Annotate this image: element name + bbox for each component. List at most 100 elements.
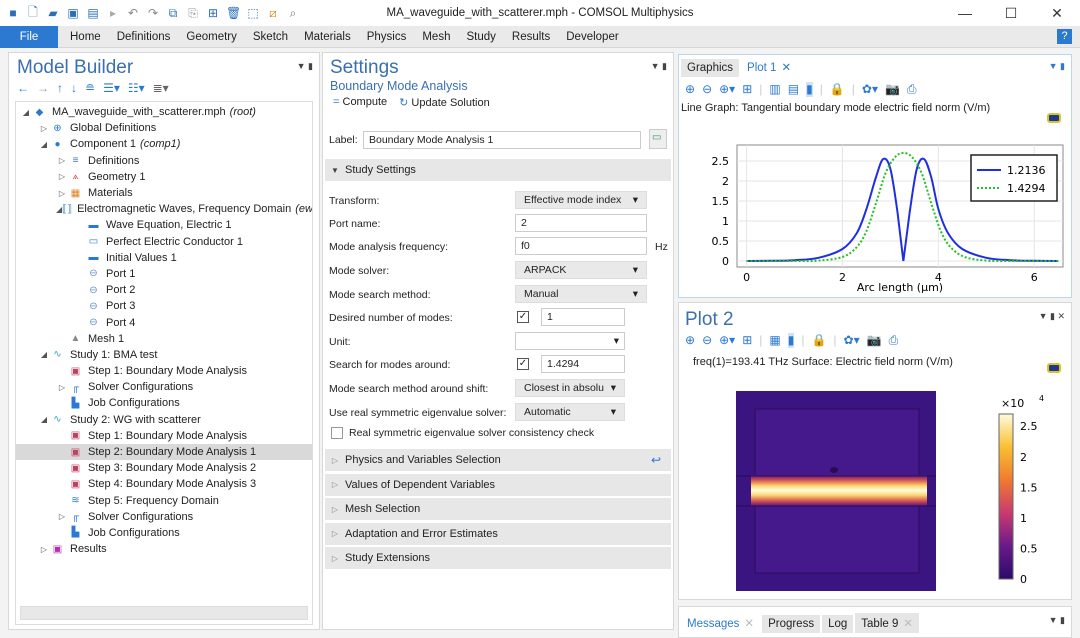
zoom-extents-icon[interactable]: ⊞: [742, 82, 752, 97]
camera-icon[interactable]: 📷: [867, 333, 882, 348]
tree-item[interactable]: ▣ Step 1: Boundary Mode Analysis: [16, 363, 312, 379]
tree-item[interactable]: ⊖ Port 2: [16, 282, 312, 298]
tree-item[interactable]: ▷ ⟑ Geometry 1: [16, 169, 312, 185]
tree-item[interactable]: ▷ ≡ Definitions: [16, 153, 312, 169]
close-button[interactable]: ✕: [1034, 0, 1080, 26]
save-as-icon[interactable]: ▤: [86, 6, 100, 20]
zoom-out-icon[interactable]: ⊖: [702, 82, 712, 97]
tree-item[interactable]: ▣ Step 2: Boundary Mode Analysis 1: [16, 443, 312, 461]
tree-item[interactable]: ▣ Step 3: Boundary Mode Analysis 2: [16, 460, 312, 476]
grid-icon[interactable]: ▦: [769, 333, 780, 348]
tree-item[interactable]: ▷ ╓ Solver Configurations: [16, 509, 312, 525]
desired-modes-checkbox[interactable]: ✓: [517, 311, 529, 323]
expand-toggle-icon[interactable]: ◢: [38, 415, 50, 424]
tree-item[interactable]: ▷ ⊕ Global Definitions: [16, 120, 312, 136]
tree-item[interactable]: ◢ ◆ MA_waveguide_with_scatterer.mph (root): [16, 104, 312, 120]
tab-plot-1[interactable]: Plot 1 ✕: [741, 57, 798, 77]
menu-developer[interactable]: Developer: [558, 31, 626, 43]
shift-method-select[interactable]: Closest in absolu ▾: [515, 379, 625, 397]
tree-item[interactable]: ▙ Job Configurations: [16, 525, 312, 541]
update-solution-button[interactable]: ↻ Update Solution: [399, 96, 490, 109]
move-up-icon[interactable]: ↑: [57, 81, 63, 95]
scene-light-icon[interactable]: ✿▾: [862, 82, 878, 97]
label-input[interactable]: Boundary Mode Analysis 1: [363, 131, 641, 149]
search-around-checkbox[interactable]: ✓: [517, 358, 529, 370]
mode-solver-select[interactable]: ARPACK ▾: [515, 261, 647, 279]
lock-icon[interactable]: 🔒: [811, 333, 826, 348]
panel-menu-icon[interactable]: ▼ ▮: [1049, 61, 1065, 72]
zoom-extents-icon[interactable]: ⊞: [742, 333, 752, 348]
tree-item[interactable]: ≋ Step 5: Frequency Domain: [16, 493, 312, 509]
panel-menu-icon[interactable]: ▼ ▮: [651, 61, 667, 72]
expand-toggle-icon[interactable]: ◢: [38, 350, 50, 359]
unit-select[interactable]: ▾: [515, 332, 625, 350]
expand-toggle-icon[interactable]: ▷: [56, 189, 68, 198]
expand-toggle-icon[interactable]: ▷: [38, 545, 50, 554]
expand-icon[interactable]: ☰▾: [103, 81, 120, 95]
tree-item[interactable]: ◢ ⟦⟧ Electromagnetic Waves, Frequency Doma…: [16, 201, 312, 217]
tree-item[interactable]: ▭ Perfect Electric Conductor 1: [16, 234, 312, 250]
compute-button[interactable]: = Compute: [333, 96, 387, 109]
tree-item[interactable]: ▷ ╓ Solver Configurations: [16, 379, 312, 395]
tree-item[interactable]: ▙ Job Configurations: [16, 395, 312, 411]
tree-item[interactable]: ◢ ∿ Study 1: BMA test: [16, 347, 312, 363]
delete-icon[interactable]: 🗑: [226, 6, 241, 20]
x-grid-icon[interactable]: ▥: [769, 82, 780, 97]
zoom-box-icon[interactable]: ⊕▾: [719, 82, 735, 97]
move-down-icon[interactable]: ↓: [71, 81, 77, 95]
panel-menu-icon[interactable]: ▼ ▮: [1049, 615, 1065, 626]
close-tab-icon[interactable]: ✕: [903, 618, 913, 630]
port-name-input[interactable]: 2: [515, 214, 647, 232]
help-button[interactable]: ?: [1057, 29, 1072, 44]
expand-toggle-icon[interactable]: ◢: [38, 140, 50, 149]
paste-icon[interactable]: ⎘: [186, 6, 200, 21]
reset-icon[interactable]: ↩: [651, 453, 661, 467]
search-method-select[interactable]: Manual ▾: [515, 285, 647, 303]
desired-modes-input[interactable]: 1: [541, 308, 625, 326]
back-icon[interactable]: ←: [17, 81, 29, 95]
consistency-checkbox[interactable]: [331, 427, 343, 439]
transform-select[interactable]: Effective mode index ▾: [515, 191, 647, 209]
open-icon[interactable]: ▰: [46, 6, 60, 20]
show-icon[interactable]: ≘: [85, 81, 95, 95]
expand-toggle-icon[interactable]: ◢: [20, 108, 32, 117]
section-physics-and-variables-selection[interactable]: ▷ Physics and Variables Selection ↩: [325, 449, 671, 471]
expand-toggle-icon[interactable]: ▷: [56, 156, 68, 165]
menu-physics[interactable]: Physics: [359, 31, 415, 43]
tree-item[interactable]: ▲ Mesh 1: [16, 331, 312, 347]
menu-materials[interactable]: Materials: [296, 31, 359, 43]
legend-icon[interactable]: ▮: [806, 82, 813, 97]
save-icon[interactable]: ▣: [66, 6, 80, 20]
tree-item[interactable]: ▣ Step 1: Boundary Mode Analysis: [16, 428, 312, 444]
horizontal-scrollbar[interactable]: [20, 606, 308, 620]
section-study-extensions[interactable]: ▷ Study Extensions: [325, 547, 671, 569]
section-values-of-dependent-variables[interactable]: ▷ Values of Dependent Variables: [325, 473, 671, 496]
panel-menu-icon[interactable]: ▼ ▮: [297, 61, 313, 72]
tree-item[interactable]: ⊖ Port 1: [16, 266, 312, 282]
real-symmetric-select[interactable]: Automatic ▾: [515, 403, 625, 421]
lock-icon[interactable]: 🔒: [830, 82, 845, 97]
menu-definitions[interactable]: Definitions: [109, 31, 179, 43]
close-tab-icon[interactable]: ✕: [781, 62, 791, 74]
tree-item[interactable]: ▣ Step 4: Boundary Mode Analysis 3: [16, 476, 312, 492]
print-icon[interactable]: ⎙: [889, 333, 899, 348]
zoom-box-icon[interactable]: ⊕▾: [719, 333, 735, 348]
forward-icon[interactable]: →: [37, 81, 49, 95]
expand-toggle-icon[interactable]: ▷: [56, 172, 68, 181]
tree-item[interactable]: ⊖ Port 3: [16, 298, 312, 314]
tree-item[interactable]: ▷ ▦ Materials: [16, 185, 312, 201]
tab-graphics[interactable]: Graphics: [681, 59, 740, 77]
expand-toggle-icon[interactable]: ▷: [56, 512, 68, 521]
menu-sketch[interactable]: Sketch: [245, 31, 296, 43]
find-icon[interactable]: ⌕: [286, 6, 300, 21]
run-icon[interactable]: ▸: [106, 6, 120, 20]
tree-item[interactable]: ◢ ∿ Study 2: WG with scatterer: [16, 412, 312, 428]
menu-geometry[interactable]: Geometry: [178, 31, 245, 43]
undo-icon[interactable]: ↶: [126, 6, 140, 20]
duplicate-icon[interactable]: ⊞: [206, 6, 220, 20]
surface-plot[interactable]: ×10 4 0 0.5 1 1.5 2 2.5: [679, 389, 1071, 599]
search-around-input[interactable]: 1.4294: [541, 355, 625, 373]
tab-table-9[interactable]: Table 9 ✕: [855, 613, 920, 633]
label-edit-icon[interactable]: ▭: [649, 129, 667, 149]
tree-item[interactable]: ⊖ Port 4: [16, 314, 312, 330]
